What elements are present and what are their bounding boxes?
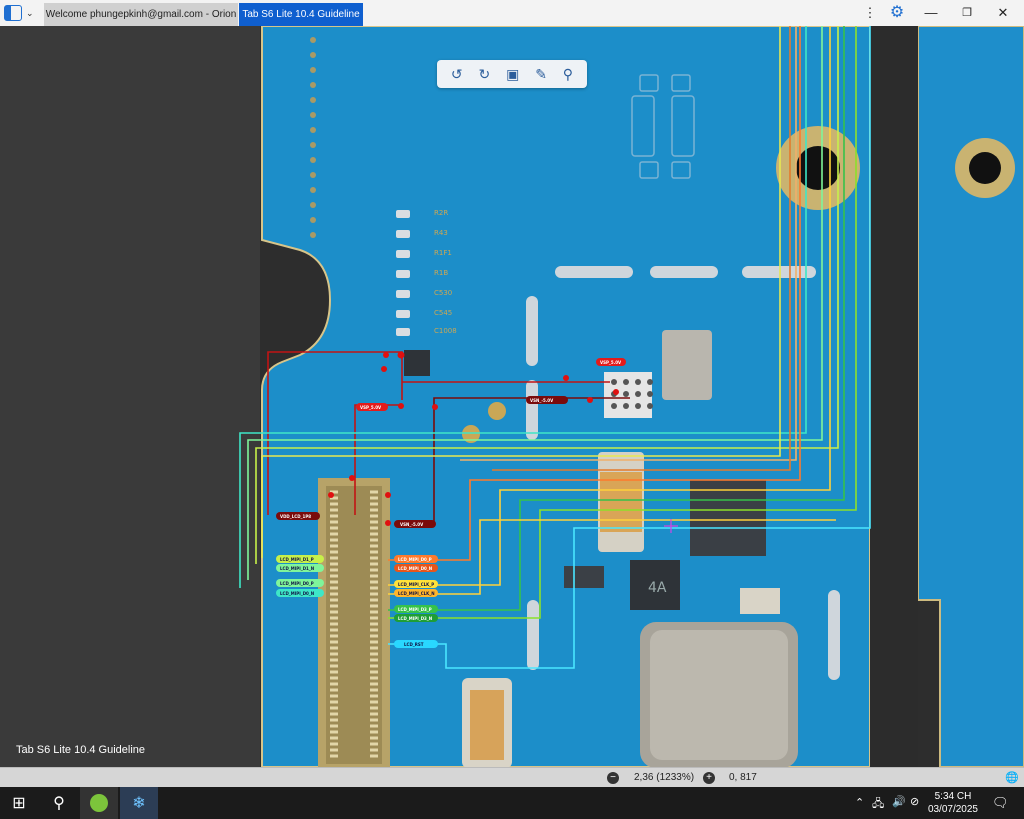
more-icon[interactable]: ⋮ bbox=[862, 0, 878, 26]
chevron-down-icon: ⌄ bbox=[26, 7, 34, 18]
status-bar: − 2,36 (1233%) + 0, 817 🌐 bbox=[0, 767, 1024, 788]
volume-icon[interactable]: 🔊 bbox=[892, 795, 906, 808]
net-label: LCD_MIPI_D0_P bbox=[280, 581, 314, 586]
clock-date: 03/07/2025 bbox=[927, 804, 978, 815]
rotate-right-icon[interactable]: ↻ bbox=[479, 66, 491, 83]
silkscreen-label: C545 bbox=[434, 309, 452, 317]
clock[interactable]: 5:34 CH 03/07/2025 bbox=[928, 790, 978, 816]
net-label: LCD_MIPI_CLK_N bbox=[398, 591, 435, 596]
net-label: LCD_MIPI_CLK_P bbox=[398, 582, 434, 587]
title-bar: ⌄ Welcome phungepkinh@gmail.com - Orion … bbox=[0, 0, 1024, 27]
net-label: VSN_-5.0V bbox=[400, 522, 424, 527]
net-label: LCD_RST bbox=[404, 642, 424, 647]
silkscreen-label: R1B bbox=[434, 269, 448, 277]
net-label: VDD_LCD_1P8 bbox=[280, 514, 311, 519]
net-label: LCD_MIPI_D0_N bbox=[280, 591, 314, 596]
zoom-in-icon[interactable]: + bbox=[703, 772, 715, 784]
net-label: LCD_MIPI_D0_P bbox=[398, 557, 432, 562]
zoom-out-icon[interactable]: − bbox=[607, 772, 619, 784]
search-icon[interactable]: ⚲ bbox=[563, 66, 573, 83]
silkscreen-label: C1008 bbox=[434, 327, 457, 335]
net-label: LCD_MIPI_D1_P bbox=[280, 557, 314, 562]
zoom-level: 2,36 (1233%) bbox=[634, 772, 695, 783]
chip-marking: 4A bbox=[648, 580, 667, 596]
app-icon[interactable]: ❄ bbox=[120, 787, 158, 819]
taskbar: ⊞ ⚲ ❄ ⌃ 🖧 🔊 ⊘ 5:34 CH 03/07/2025 🗨 bbox=[0, 787, 1024, 819]
net-label: VSP_5.0V bbox=[600, 360, 622, 365]
gear-icon[interactable]: ⚙ bbox=[886, 0, 908, 26]
sidebar-icon bbox=[4, 5, 22, 21]
tab-guideline[interactable]: Tab S6 Lite 10.4 Guideline bbox=[239, 3, 363, 26]
clock-time: 5:34 CH bbox=[934, 791, 972, 802]
search-icon[interactable]: ⚲ bbox=[40, 787, 78, 819]
silkscreen-label: R1F1 bbox=[434, 249, 452, 257]
close-button[interactable]: ✕ bbox=[990, 0, 1016, 26]
globe-icon[interactable]: 🌐 bbox=[1005, 771, 1019, 784]
net-label: LCD_MIPI_D3_P bbox=[398, 607, 432, 612]
net-label: LCD_MIPI_D1_N bbox=[280, 566, 314, 571]
net-label: LCD_MIPI_D0_N bbox=[398, 566, 432, 571]
silkscreen-label: C530 bbox=[434, 289, 452, 297]
action-center-icon[interactable]: 🗨 bbox=[992, 795, 1009, 811]
tray-chevron-icon[interactable]: ⌃ bbox=[855, 796, 864, 809]
coordinates: 0, 817 bbox=[729, 772, 757, 783]
app-menu-button[interactable]: ⌄ bbox=[4, 3, 38, 23]
orion-app-icon[interactable] bbox=[80, 787, 118, 819]
network-icon[interactable]: 🖧 bbox=[872, 795, 884, 814]
rotate-left-icon[interactable]: ↺ bbox=[451, 66, 463, 83]
tab-welcome[interactable]: Welcome phungepkinh@gmail.com - Orion bbox=[44, 3, 238, 26]
net-label: VSN_-5.0V bbox=[530, 398, 554, 403]
viewer-toolbar: ↺ ↻ ▣ ✎ ⚲ bbox=[437, 60, 587, 88]
silkscreen-label: R2R bbox=[434, 209, 448, 217]
restore-button[interactable]: ❐ bbox=[954, 0, 980, 26]
image-viewer[interactable]: 4A VSP_5.0V VSP_5.0V VSN_-5.0V VDD_LCD_1… bbox=[0, 26, 1024, 767]
net-label: VSP_5.0V bbox=[360, 405, 382, 410]
start-button[interactable]: ⊞ bbox=[0, 787, 38, 819]
fit-screen-icon[interactable]: ▣ bbox=[506, 66, 519, 83]
brush-icon[interactable]: ✎ bbox=[535, 66, 547, 83]
minimize-button[interactable]: — bbox=[918, 0, 944, 26]
net-label: LCD_MIPI_D3_N bbox=[398, 616, 432, 621]
pcb-image: 4A VSP_5.0V VSP_5.0V VSN_-5.0V VDD_LCD_1… bbox=[0, 26, 1024, 767]
document-title: Tab S6 Lite 10.4 Guideline bbox=[16, 744, 146, 756]
silkscreen-label: R43 bbox=[434, 229, 448, 237]
notification-off-icon[interactable]: ⊘ bbox=[910, 795, 919, 808]
